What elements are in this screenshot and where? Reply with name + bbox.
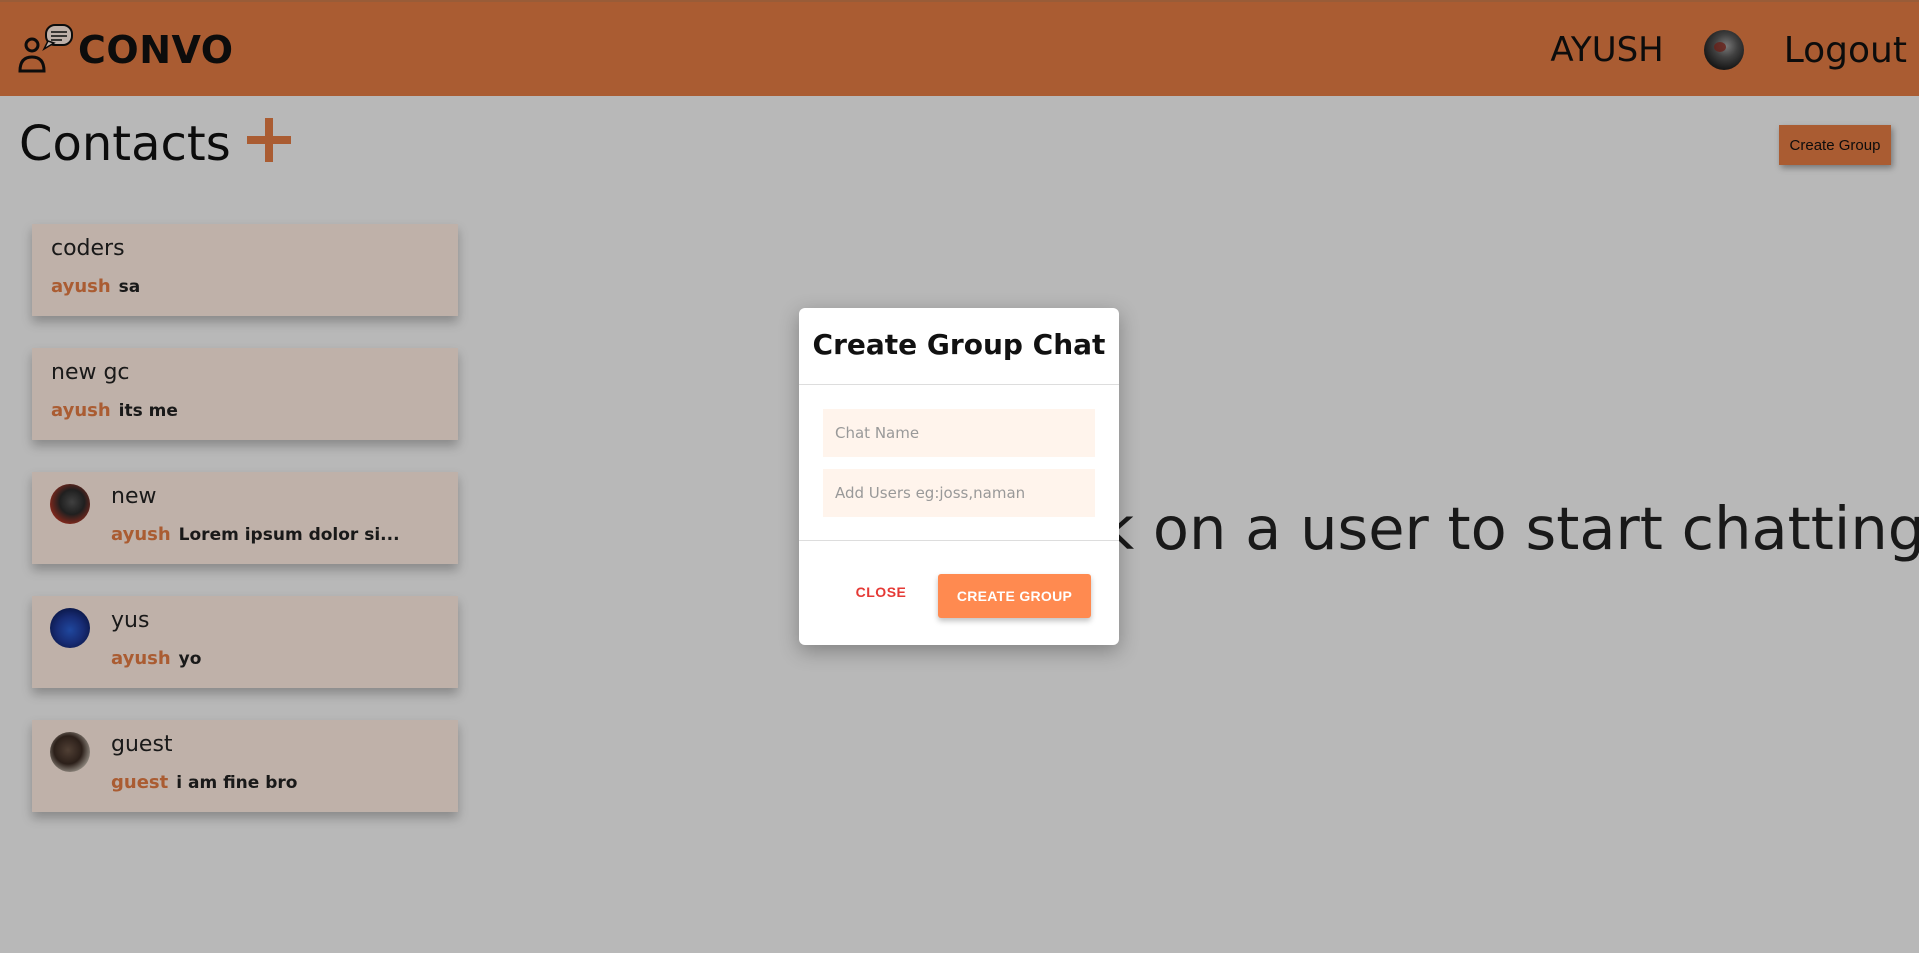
close-button[interactable]: CLOSE	[851, 580, 911, 604]
modal-title: Create Group Chat	[812, 328, 1106, 361]
modal-footer-divider	[799, 540, 1119, 541]
add-users-input[interactable]	[823, 469, 1095, 517]
chat-name-input[interactable]	[823, 409, 1095, 457]
modal-header-divider	[799, 384, 1119, 385]
create-group-submit-button[interactable]: CREATE GROUP	[938, 574, 1091, 618]
create-group-modal: Create Group Chat CLOSE CREATE GROUP	[799, 308, 1119, 645]
